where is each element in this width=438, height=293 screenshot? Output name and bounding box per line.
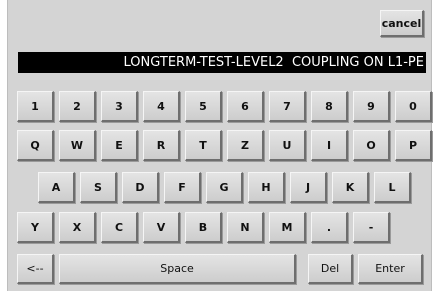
key-1[interactable]: 1 <box>17 91 54 122</box>
key-8[interactable]: 8 <box>311 91 348 122</box>
key-5[interactable]: 5 <box>185 91 222 122</box>
key-x[interactable]: X <box>59 212 96 243</box>
key-c[interactable]: C <box>101 212 138 243</box>
key-s[interactable]: S <box>80 172 117 203</box>
key-m[interactable]: M <box>269 212 306 243</box>
key-g[interactable]: G <box>206 172 243 203</box>
key-e[interactable]: E <box>101 130 138 161</box>
delete-key[interactable]: Del <box>308 254 353 284</box>
space-key[interactable]: Space <box>59 254 296 284</box>
key-n[interactable]: N <box>227 212 264 243</box>
key-p[interactable]: P <box>395 130 432 161</box>
backspace-key[interactable]: <-- <box>17 254 54 284</box>
key-h[interactable]: H <box>248 172 285 203</box>
key-q[interactable]: Q <box>17 130 54 161</box>
key-6[interactable]: 6 <box>227 91 264 122</box>
key-4[interactable]: 4 <box>143 91 180 122</box>
key-w[interactable]: W <box>59 130 96 161</box>
key-9[interactable]: 9 <box>353 91 390 122</box>
key-b[interactable]: B <box>185 212 222 243</box>
key-0[interactable]: 0 <box>395 91 432 122</box>
key-y[interactable]: Y <box>17 212 54 243</box>
key-d[interactable]: D <box>122 172 159 203</box>
key-u[interactable]: U <box>269 130 306 161</box>
text-display: LONGTERM-TEST-LEVEL2 COUPLING ON L1-PE <box>18 52 426 73</box>
key-3[interactable]: 3 <box>101 91 138 122</box>
key-r[interactable]: R <box>143 130 180 161</box>
key-f[interactable]: F <box>164 172 201 203</box>
key-hyphen[interactable]: - <box>353 212 390 243</box>
key-i[interactable]: I <box>311 130 348 161</box>
key-a[interactable]: A <box>38 172 75 203</box>
key-j[interactable]: J <box>290 172 327 203</box>
key-period[interactable]: . <box>311 212 348 243</box>
key-z[interactable]: Z <box>227 130 264 161</box>
key-k[interactable]: K <box>332 172 369 203</box>
enter-key[interactable]: Enter <box>358 254 423 284</box>
key-l[interactable]: L <box>374 172 411 203</box>
key-v[interactable]: V <box>143 212 180 243</box>
key-t[interactable]: T <box>185 130 222 161</box>
cancel-button[interactable]: cancel <box>380 10 424 37</box>
key-2[interactable]: 2 <box>59 91 96 122</box>
key-7[interactable]: 7 <box>269 91 306 122</box>
key-o[interactable]: O <box>353 130 390 161</box>
